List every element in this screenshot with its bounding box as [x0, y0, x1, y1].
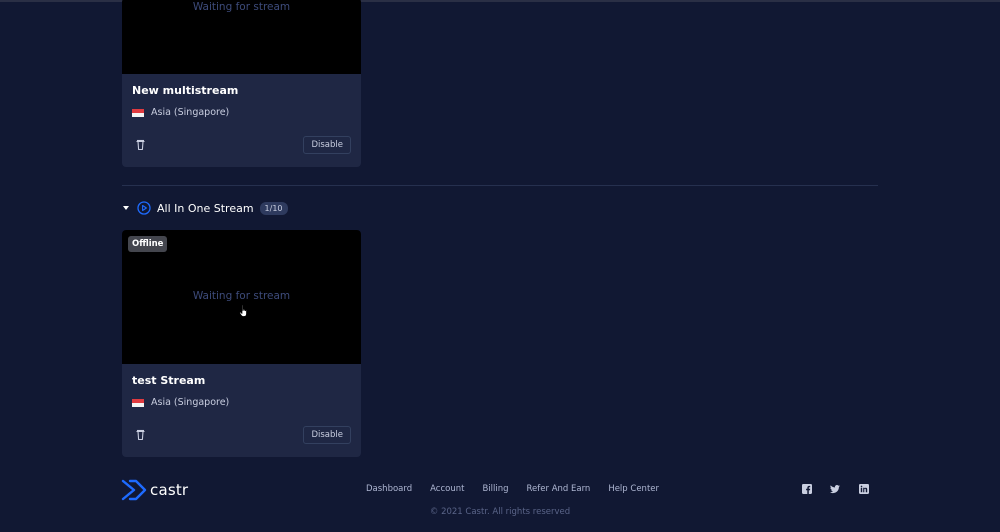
facebook-icon[interactable]: [802, 484, 812, 494]
stream-count-badge: 1/10: [259, 201, 288, 215]
stream-card[interactable]: Offline Waiting for stream test Stream A…: [122, 230, 361, 457]
stream-title[interactable]: test Stream: [132, 374, 205, 387]
trash-icon: [136, 139, 144, 151]
footer-link-billing[interactable]: Billing: [482, 484, 508, 494]
castr-logo[interactable]: castr: [121, 478, 188, 502]
stream-region: Asia (Singapore): [132, 397, 229, 408]
play-circle-icon: [137, 201, 151, 215]
stream-group-header[interactable]: All In One Stream 1/10: [122, 200, 288, 216]
waiting-text: Waiting for stream: [192, 1, 291, 13]
disable-button[interactable]: Disable: [303, 136, 351, 154]
linkedin-icon[interactable]: [859, 484, 869, 494]
group-title: All In One Stream: [157, 201, 254, 215]
stream-preview[interactable]: Offline Waiting for stream: [122, 230, 361, 364]
waiting-text: Waiting for stream: [192, 290, 291, 302]
singapore-flag-icon: [132, 108, 144, 117]
copyright-text: © 2021 Castr. All rights reserved: [429, 507, 571, 517]
stream-preview[interactable]: Waiting for stream: [122, 0, 361, 74]
footer-link-dashboard[interactable]: Dashboard: [366, 484, 412, 494]
footer-link-refer[interactable]: Refer And Earn: [527, 484, 591, 494]
stream-title[interactable]: New multistream: [132, 84, 238, 97]
trash-icon: [136, 429, 144, 441]
footer-link-account[interactable]: Account: [430, 484, 464, 494]
singapore-flag-icon: [132, 398, 144, 407]
section-divider: [122, 185, 878, 186]
footer-link-help[interactable]: Help Center: [608, 484, 659, 494]
delete-button[interactable]: [131, 426, 149, 444]
region-label: Asia (Singapore): [151, 107, 230, 118]
twitter-icon[interactable]: [830, 484, 840, 494]
stream-region: Asia (Singapore): [132, 107, 229, 118]
footer-nav: Dashboard Account Billing Refer And Earn…: [366, 484, 659, 494]
logo-wordmark: castr: [150, 481, 189, 499]
disable-button[interactable]: Disable: [303, 426, 351, 444]
delete-button[interactable]: [131, 136, 149, 154]
stream-card[interactable]: Waiting for stream New multistream Asia …: [122, 0, 361, 167]
caret-down-icon[interactable]: [123, 206, 129, 210]
region-label: Asia (Singapore): [151, 397, 230, 408]
castr-logo-icon: [121, 479, 147, 501]
hand-cursor-icon: [239, 304, 247, 317]
status-badge: Offline: [128, 236, 168, 252]
